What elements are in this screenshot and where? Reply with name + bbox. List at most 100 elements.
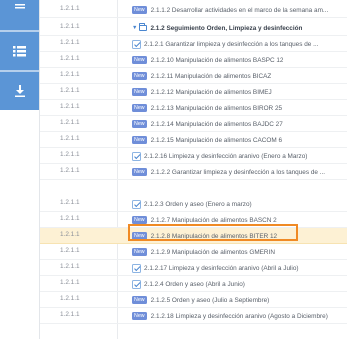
task-row[interactable]: 1.2.1.1 2.1.2.3 Orden y aseo (Enero a mar… [40, 196, 347, 212]
task-row[interactable]: 1.2.1.1 New 2.1.2.8 Manipulación de alimen… [40, 228, 347, 244]
row-code: 1.2.1.1 [60, 311, 80, 318]
task-label[interactable]: 2.1.2 Seguimiento Orden, Limpieza y desi… [150, 25, 302, 32]
task-label[interactable]: 2.1.2.5 Orden y aseo (Julio a Septiembre… [151, 297, 270, 304]
row-content: New 2.1.2.15 Manipulación de alimentos CA… [132, 132, 347, 148]
task-label[interactable]: 2.1.2.11 Manipulación de alimentos BICAZ [151, 73, 272, 80]
new-badge: New [132, 136, 147, 144]
task-row[interactable]: 1.2.1.1 2.1.2.17 Limpieza y desinfección … [40, 260, 347, 276]
task-row[interactable]: 1.2.1.1 New 2.1.2.12 Manipulación de alime… [40, 84, 347, 100]
new-badge: New [132, 232, 147, 240]
task-label[interactable]: 2.1.2.18 Limpieza y desinfección aranivo… [151, 313, 328, 320]
task-label[interactable]: 2.1.2.16 Limpieza y desinfección aranivo… [144, 153, 307, 160]
new-badge: New [132, 168, 147, 176]
task-label[interactable]: 2.1.2.2 Garantizar limpieza y desinfecci… [151, 169, 325, 176]
menu-icon [14, 4, 25, 9]
expand-caret-icon[interactable]: ▼ [132, 25, 137, 31]
checkbox-checked-icon[interactable] [132, 263, 141, 273]
new-badge: New [132, 120, 147, 128]
row-code: 1.2.1.1 [60, 87, 80, 94]
new-badge: New [132, 104, 147, 112]
row-code: 1.2.1.1 [60, 295, 80, 302]
row-content: New 2.1.2.2 Garantizar limpieza y desinfe… [132, 164, 347, 180]
task-label[interactable]: 2.1.1.2 Desarrollar actividades en el ma… [151, 7, 329, 14]
row-content: New 2.1.2.12 Manipulación de alimentos BI… [132, 84, 347, 100]
row-content: New 2.1.2.5 Orden y aseo (Julio a Septiem… [132, 292, 347, 308]
task-label[interactable]: 2.1.2.17 Limpieza y desinfección aranivo… [144, 265, 299, 272]
checkbox-checked-icon[interactable] [132, 279, 141, 289]
new-badge: New [132, 296, 147, 304]
row-content: 2.1.2.1 Garantizar limpieza y desinfecci… [132, 36, 347, 52]
task-label[interactable]: 2.1.2.8 Manipulación de alimentos BITER … [151, 233, 277, 240]
row-content: New 2.1.1.2 Desarrollar actividades en el… [132, 2, 347, 18]
task-row[interactable]: 1.2.1.1 New 2.1.2.18 Limpieza y desinfecci… [40, 308, 347, 324]
row-code: 1.2.1.1 [60, 39, 80, 46]
new-badge: New [132, 248, 147, 256]
new-badge: New [132, 56, 147, 64]
row-code: 1.2.1.1 [60, 199, 80, 206]
sidebar [0, 0, 39, 339]
row-code: 1.2.1.1 [60, 167, 80, 174]
task-row[interactable]: 1.2.1.1 New 2.1.1.2 Desarrollar actividade… [40, 2, 347, 18]
row-content: New 2.1.2.9 Manipulación de alimentos GME… [132, 244, 347, 260]
task-row[interactable]: 1.2.1.1 New 2.1.2.7 Manipulación de alimen… [40, 212, 347, 228]
row-content: New 2.1.2.8 Manipulación de alimentos BIT… [132, 228, 347, 244]
row-code: 1.2.1.1 [60, 103, 80, 110]
row-content: 2.1.2.17 Limpieza y desinfección aranivo… [132, 260, 347, 276]
task-row[interactable]: 1.2.1.1 2.1.2.4 Orden y aseo (Abril a Jun… [40, 276, 347, 292]
task-label[interactable]: 2.1.2.13 Manipulación de alimentos BIROR… [151, 105, 282, 112]
task-label[interactable]: 2.1.2.1 Garantizar limpieza y desinfecci… [144, 41, 318, 48]
row-code: 1.2.1.1 [60, 279, 80, 286]
list-icon [13, 45, 26, 56]
row-code: 1.2.1.1 [60, 151, 80, 158]
new-badge: New [132, 312, 147, 320]
checkbox-checked-icon[interactable] [132, 39, 141, 49]
new-badge: New [132, 88, 147, 96]
download-icon [14, 85, 25, 97]
folder-icon [139, 23, 148, 31]
task-label[interactable]: 2.1.2.14 Manipulación de alimentos BAJDC… [151, 121, 283, 128]
sidebar-tab-download[interactable] [0, 72, 39, 110]
row-code: 1.2.1.1 [60, 231, 80, 238]
row-content: New 2.1.2.14 Manipulación de alimentos BA… [132, 116, 347, 132]
task-row[interactable]: 1.2.1.1 New 2.1.2.14 Manipulación de alime… [40, 116, 347, 132]
task-row[interactable]: 1.2.1.1 New 2.1.2.13 Manipulación de alime… [40, 100, 347, 116]
task-row[interactable]: 1.2.1.1 New 2.1.2.11 Manipulación de alime… [40, 68, 347, 84]
row-code: 1.2.1.1 [60, 119, 80, 126]
checkbox-checked-icon[interactable] [132, 151, 141, 161]
row-code: 1.2.1.1 [60, 215, 80, 222]
task-label[interactable]: 2.1.2.9 Manipulación de alimentos GMERIN [151, 249, 275, 256]
task-row[interactable]: 1.2.1.1 2.1.2.16 Limpieza y desinfección … [40, 148, 347, 164]
row-content: New 2.1.2.18 Limpieza y desinfección aran… [132, 308, 347, 324]
row-code: 1.2.1.1 [60, 55, 80, 62]
row-code: 1.2.1.1 [60, 5, 80, 12]
row-content: ▼ 2.1.2 Seguimiento Orden, Limpieza y des… [132, 20, 347, 36]
row-code: 1.2.1.1 [60, 23, 80, 30]
task-label[interactable]: 2.1.2.12 Manipulación de alimentos BIMEJ [151, 89, 272, 96]
task-row[interactable]: 1.2.1.1 2.1.2.1 Garantizar limpieza y des… [40, 36, 347, 52]
row-content: 2.1.2.4 Orden y aseo (Abril a Junio) [132, 276, 347, 292]
task-row[interactable]: 1.2.1.1 New 2.1.2.10 Manipulación de alime… [40, 52, 347, 68]
row-content: 2.1.2.3 Orden y aseo (Enero a marzo) [132, 196, 347, 212]
task-label[interactable]: 2.1.2.15 Manipulación de alimentos CACOM… [151, 137, 282, 144]
task-label[interactable]: 2.1.2.4 Orden y aseo (Abril a Junio) [144, 281, 245, 288]
sidebar-tab-top[interactable] [0, 0, 39, 14]
sidebar-tab-list[interactable] [0, 32, 39, 70]
task-label[interactable]: 2.1.2.7 Manipulación de alimentos BASCN … [151, 217, 277, 224]
task-row[interactable]: 1.2.1.1 New 2.1.2.5 Orden y aseo (Julio a … [40, 292, 347, 308]
task-label[interactable]: 2.1.2.3 Orden y aseo (Enero a marzo) [144, 201, 252, 208]
row-content: New 2.1.2.7 Manipulación de alimentos BAS… [132, 212, 347, 228]
row-code: 1.2.1.1 [60, 247, 80, 254]
task-label[interactable]: 2.1.2.10 Manipulación de alimentos BASPC… [151, 57, 284, 64]
row-content: 2.1.2.16 Limpieza y desinfección aranivo… [132, 148, 347, 164]
row-code: 1.2.1.1 [60, 71, 80, 78]
row-code: 1.2.1.1 [60, 263, 80, 270]
task-row[interactable]: 1.2.1.1 New 2.1.2.2 Garantizar limpieza y … [40, 164, 347, 180]
new-badge: New [132, 6, 147, 14]
row-code: 1.2.1.1 [60, 135, 80, 142]
new-badge: New [132, 72, 147, 80]
task-row[interactable]: 1.2.1.1 New 2.1.2.9 Manipulación de alimen… [40, 244, 347, 260]
group-row[interactable]: 1.2.1.1 ▼ 2.1.2 Seguimiento Orden, Limpiez… [40, 20, 347, 36]
task-row[interactable]: 1.2.1.1 New 2.1.2.15 Manipulación de alime… [40, 132, 347, 148]
checkbox-checked-icon[interactable] [132, 199, 141, 209]
row-content: New 2.1.2.13 Manipulación de alimentos BI… [132, 100, 347, 116]
